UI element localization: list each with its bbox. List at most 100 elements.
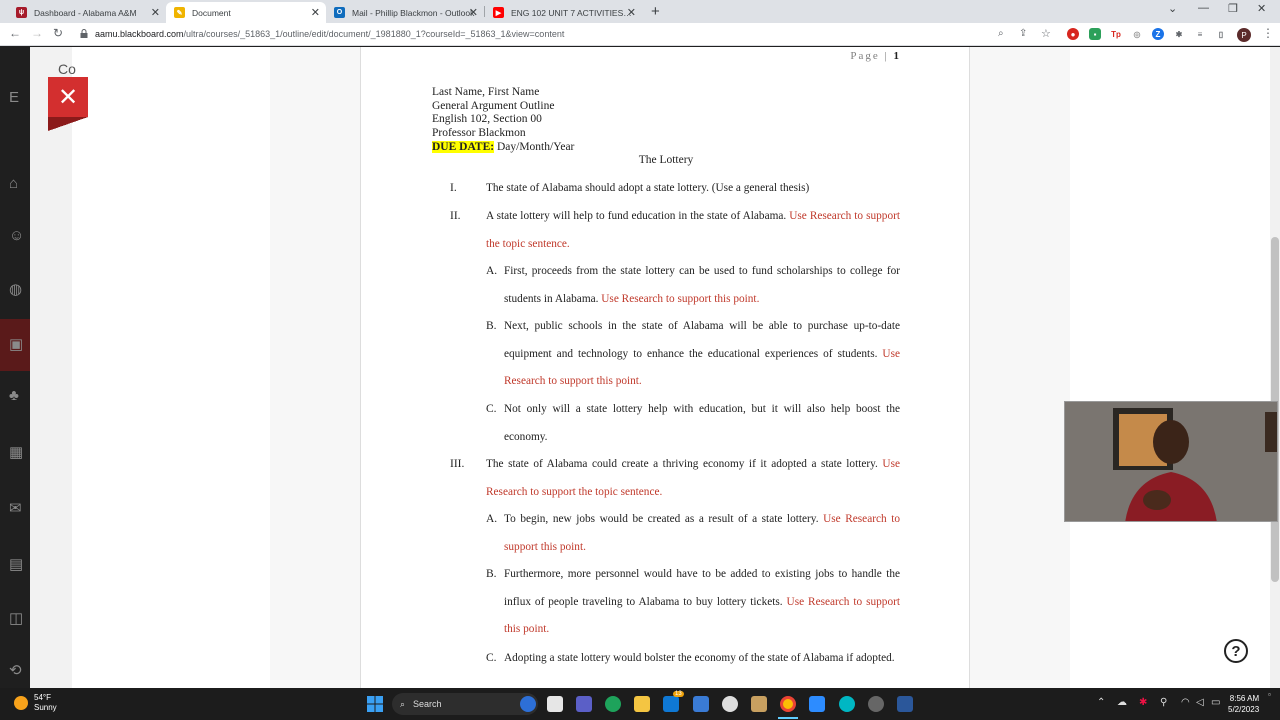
weather-condition: Sunny: [34, 703, 57, 712]
adblock-extension-icon[interactable]: ●: [1067, 28, 1079, 40]
red-extension-icon[interactable]: Tp: [1110, 28, 1122, 40]
tray-app-icon[interactable]: ✱: [1139, 697, 1147, 708]
address-bar: ← → ↻ aamu.blackboard.com/ultra/courses/…: [0, 23, 1280, 46]
tools-icon[interactable]: ◫: [9, 609, 25, 627]
outline-text: The state of Alabama should adopt a stat…: [486, 182, 810, 194]
forward-arrow-icon[interactable]: →: [31, 26, 43, 40]
outline-letter: B.: [486, 568, 497, 580]
outline-letter: B.: [486, 320, 497, 332]
zoom-extension-icon[interactable]: Z: [1152, 28, 1164, 40]
page-number-header: Page | 1: [850, 50, 899, 62]
page-label: Page: [850, 50, 880, 62]
wifi-icon[interactable]: ◠: [1181, 697, 1190, 708]
onedrive-icon[interactable]: ☁: [1117, 697, 1127, 708]
globe-icon[interactable]: ◍: [9, 280, 25, 298]
sign-out-icon[interactable]: ⟲: [9, 661, 25, 679]
close-tab-icon[interactable]: ✕: [151, 6, 160, 19]
tab-dashboard[interactable]: ψ Dashboard - Alabama A&M ✕: [8, 2, 166, 23]
reading-list-icon[interactable]: ≡: [1194, 28, 1206, 40]
outline-text: Not only will a state lottery help with …: [504, 403, 900, 443]
window-close-icon[interactable]: ✕: [1257, 2, 1266, 15]
word-icon[interactable]: [897, 696, 913, 712]
essay-title: The Lottery: [638, 154, 694, 166]
weather-widget[interactable]: 54°F Sunny: [14, 693, 57, 713]
teams-icon[interactable]: [576, 696, 592, 712]
cortana-icon[interactable]: [839, 696, 855, 712]
close-button-ribbon: [48, 117, 88, 131]
outline-numeral: II.: [450, 210, 461, 222]
calendar-icon[interactable]: ▦: [9, 443, 25, 461]
search-label: Search: [413, 699, 442, 709]
close-document-button[interactable]: ✕: [48, 77, 88, 117]
lock-icon[interactable]: [80, 29, 88, 38]
system-clock[interactable]: 8:56 AM 5/2/2023: [1228, 693, 1259, 715]
webcam-video-overlay[interactable]: [1064, 401, 1278, 522]
due-date-line: DUE DATE: Day/Month/Year: [432, 141, 574, 153]
grades-icon[interactable]: ▤: [9, 555, 25, 573]
obs-icon[interactable]: [868, 696, 884, 712]
edge-icon[interactable]: [605, 696, 621, 712]
mail-icon[interactable]: [663, 696, 679, 712]
outline-letter: C.: [486, 652, 497, 664]
reload-icon[interactable]: ↻: [53, 26, 63, 40]
outline-item-iii-c: Adopting a state lottery would bolster t…: [504, 645, 900, 673]
zoom-icon[interactable]: ⌕: [998, 28, 1004, 39]
grey-extension-icon[interactable]: ◎: [1131, 28, 1143, 40]
tab-search-chevron-icon[interactable]: ⌄: [1168, 2, 1177, 15]
taskbar-search[interactable]: ⌕ Search: [392, 693, 538, 715]
outline-letter: C.: [486, 403, 497, 415]
research-note: Use Research to support this point.: [601, 292, 760, 305]
back-arrow-icon[interactable]: ←: [9, 26, 21, 40]
profile-avatar[interactable]: P: [1237, 28, 1251, 42]
groups-icon[interactable]: ♣: [9, 387, 25, 404]
green-extension-icon[interactable]: ▪: [1089, 28, 1101, 40]
tab-outlook[interactable]: O Mail - Phillip Blackmon - Outlook ✕: [326, 2, 484, 23]
chrome-icon[interactable]: [780, 696, 796, 712]
microphone-icon[interactable]: ⚲: [1160, 697, 1167, 708]
tab-youtube[interactable]: ▶ ENG 102 UNIT 7 ACTIVITIES - Yo ✕: [485, 2, 642, 23]
outline-item-iii-a: To begin, new jobs would be created as a…: [504, 506, 900, 561]
tab-document[interactable]: ✎ Document ✕: [166, 2, 326, 23]
tray-overflow-icon[interactable]: ⌃: [1097, 697, 1105, 708]
photo-app-icon[interactable]: [751, 696, 767, 712]
panel-left-blank: [72, 47, 270, 688]
battery-icon[interactable]: ▭: [1211, 697, 1220, 708]
document-page: Page | 1 Last Name, First Name General A…: [360, 47, 970, 688]
close-tab-icon[interactable]: ✕: [311, 6, 320, 19]
tab-label: Mail - Phillip Blackmon - Outlook: [352, 7, 475, 18]
outline-text: To begin, new jobs would be created as a…: [504, 513, 824, 525]
messages-icon[interactable]: ✉: [9, 499, 25, 517]
notification-icon[interactable]: ▫: [1268, 690, 1271, 699]
outline-text: Next, public schools in the state of Ala…: [504, 320, 900, 360]
outline-letter: A.: [486, 513, 498, 525]
temperature: 54°F: [34, 693, 51, 702]
task-view-icon[interactable]: [547, 696, 563, 712]
institution-icon[interactable]: ⌂: [9, 175, 25, 192]
outline-item-thesis: The state of Alabama should adopt a stat…: [486, 175, 900, 203]
new-tab-icon[interactable]: +: [651, 3, 660, 20]
volume-icon[interactable]: ◁: [1196, 697, 1204, 708]
courses-icon[interactable]: ▣: [9, 335, 25, 353]
side-panel-icon[interactable]: ▯: [1215, 28, 1227, 40]
course-section: English 102, Section 00: [432, 113, 542, 125]
settings-app-icon[interactable]: [722, 696, 738, 712]
close-tab-icon[interactable]: ✕: [469, 6, 478, 19]
nav-logo-icon[interactable]: E: [9, 89, 25, 106]
windows-start-icon[interactable]: [367, 696, 383, 712]
store-icon[interactable]: [693, 696, 709, 712]
bookmark-star-icon[interactable]: ☆: [1041, 27, 1051, 40]
profile-icon[interactable]: ☺: [9, 227, 25, 244]
extensions-puzzle-icon[interactable]: ✱: [1173, 28, 1185, 40]
outlook-favicon-icon: O: [334, 7, 345, 18]
chrome-menu-icon[interactable]: ⋮: [1262, 26, 1274, 40]
bing-icon[interactable]: [520, 696, 536, 712]
share-icon[interactable]: ⇪: [1019, 28, 1027, 39]
help-button[interactable]: ?: [1224, 639, 1248, 663]
close-tab-icon[interactable]: ✕: [627, 6, 636, 19]
outline-text: The state of Alabama could create a thri…: [486, 458, 883, 470]
url-field[interactable]: aamu.blackboard.com/ultra/courses/_51863…: [95, 29, 564, 39]
maximize-icon[interactable]: ❐: [1228, 2, 1238, 15]
minimize-icon[interactable]: —: [1198, 2, 1209, 14]
file-explorer-icon[interactable]: [634, 696, 650, 712]
zoom-app-icon[interactable]: [809, 696, 825, 712]
